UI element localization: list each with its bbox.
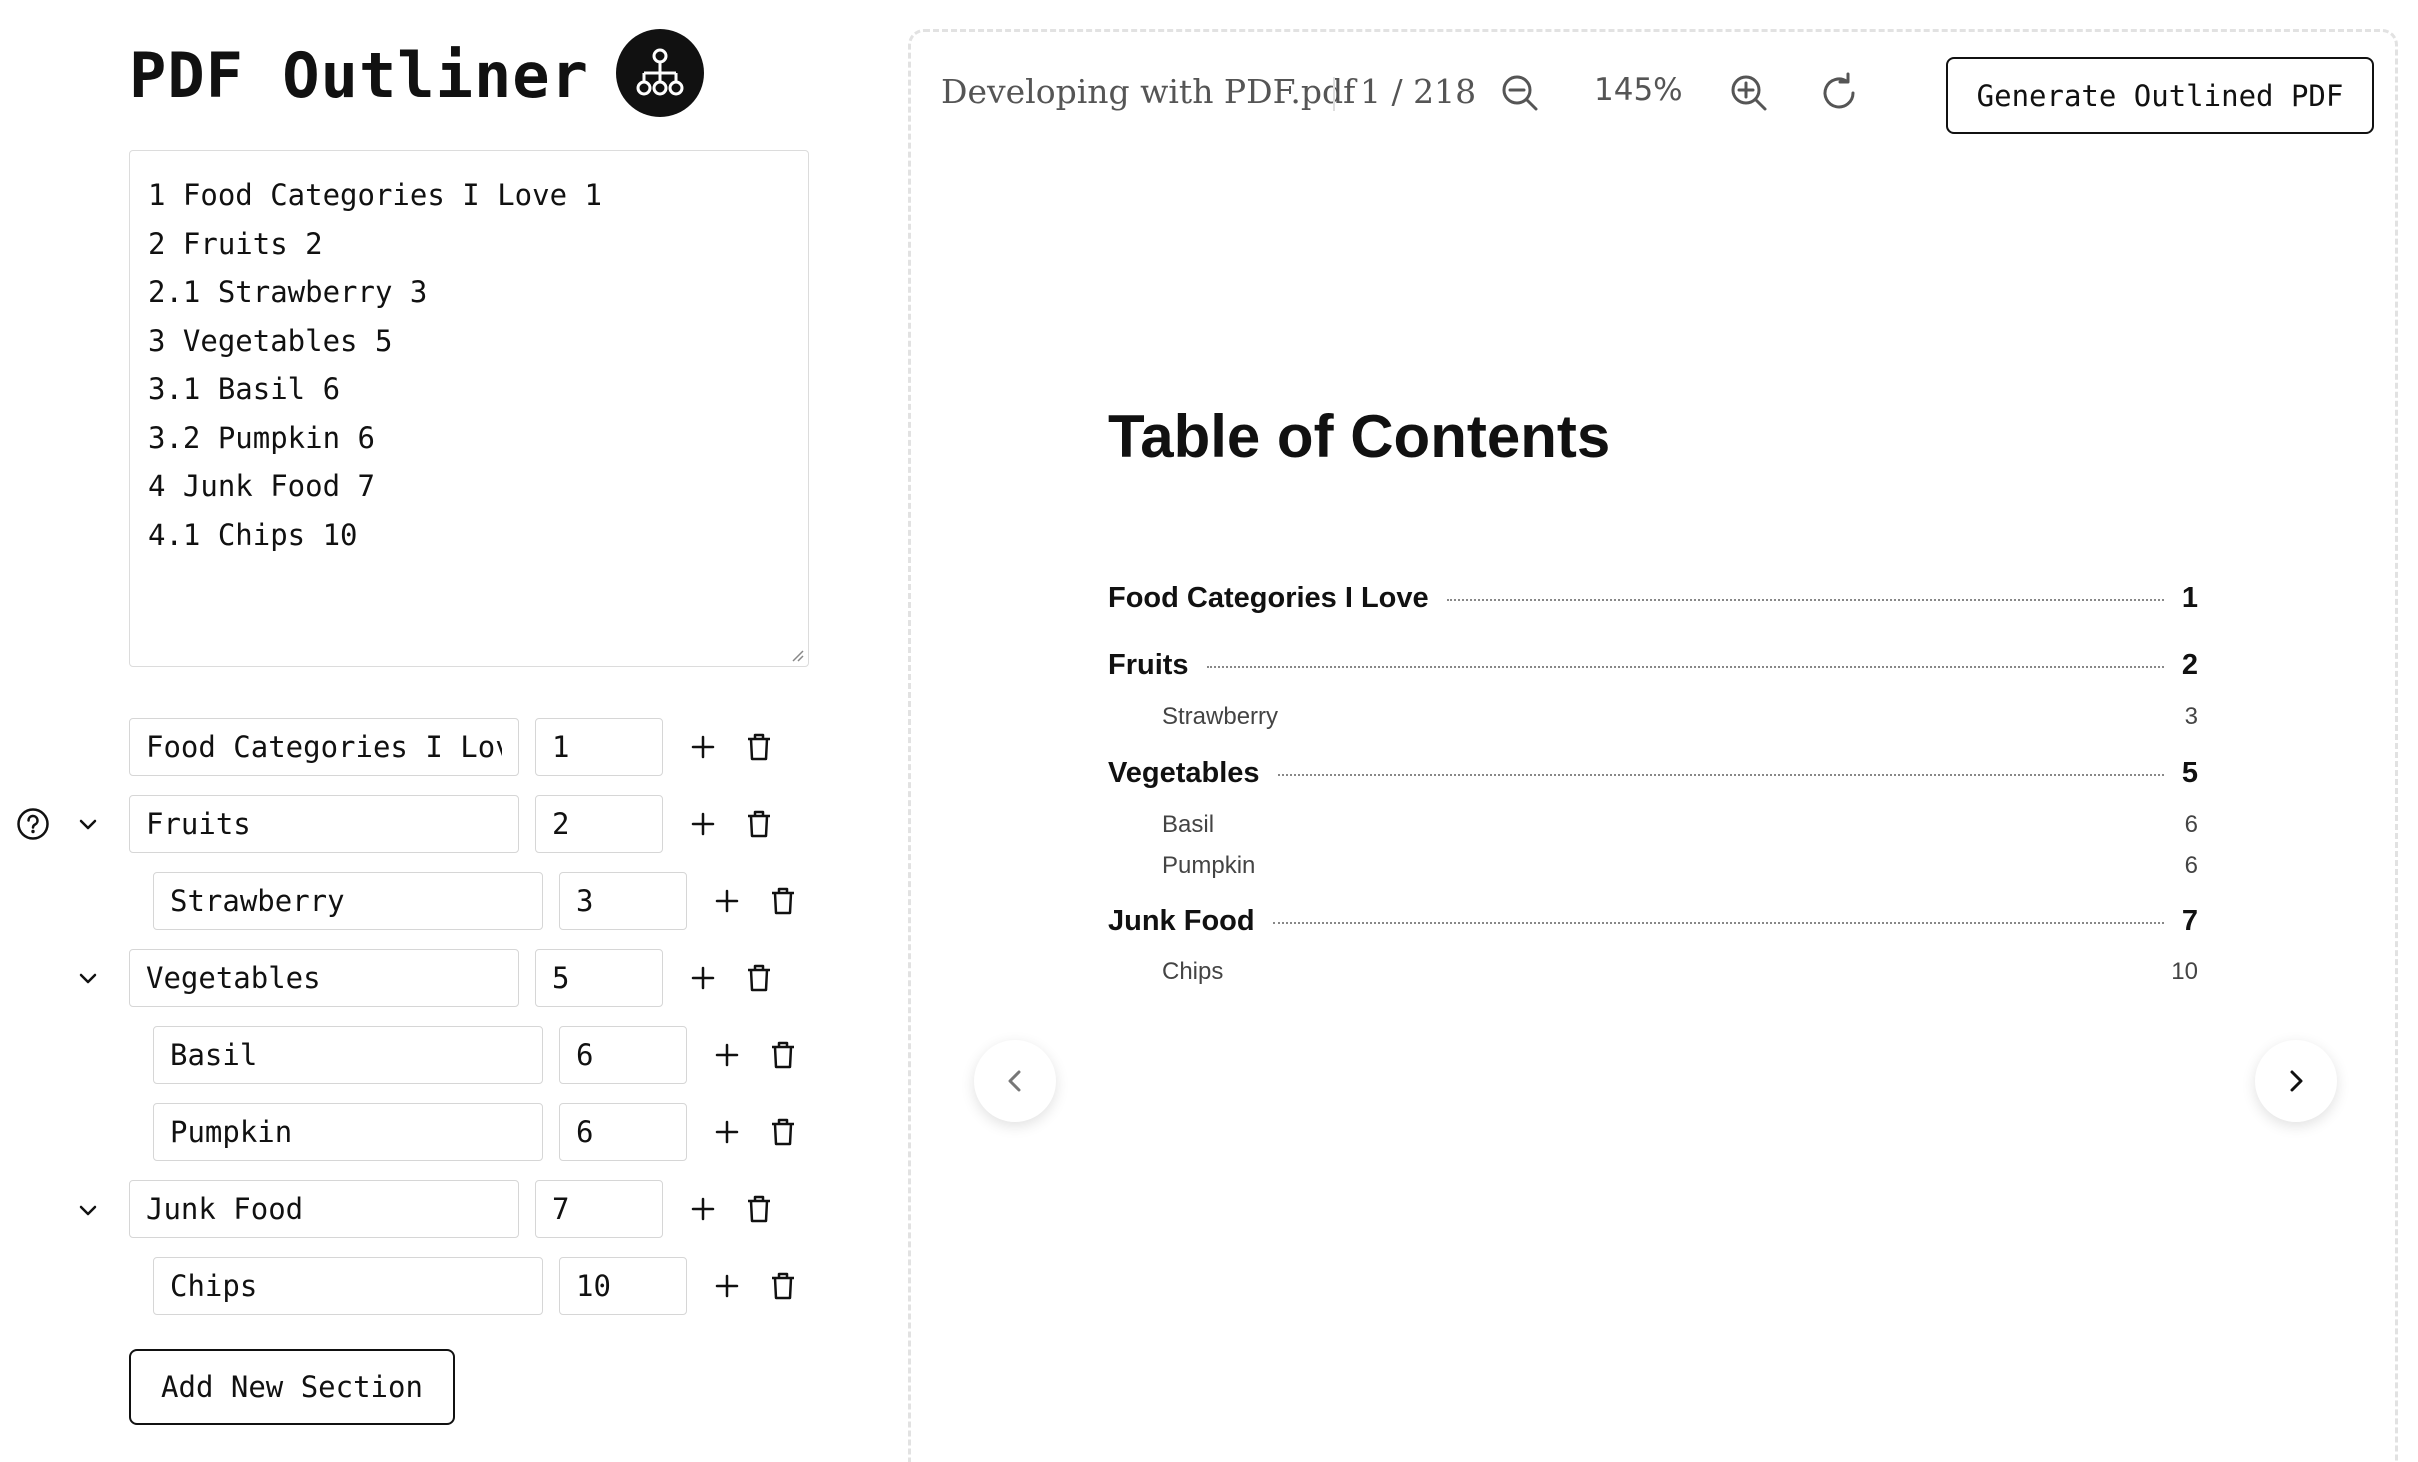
add-subsection-plus-icon[interactable] xyxy=(685,729,721,765)
section-page-input[interactable] xyxy=(535,718,663,776)
pdf-viewer: Developing with PDF.pdf 1 / 218 145% Gen… xyxy=(908,29,2398,1462)
hierarchy-icon xyxy=(616,29,704,117)
resize-grip-icon[interactable] xyxy=(789,647,805,663)
chevron-left-icon xyxy=(1008,1070,1021,1092)
delete-trash-icon[interactable] xyxy=(741,960,777,996)
toc-entry: Fruits 2 xyxy=(1108,649,2198,682)
section-row xyxy=(153,1103,801,1161)
section-row xyxy=(129,718,777,776)
add-subsection-plus-icon[interactable] xyxy=(685,1191,721,1227)
toc-entry-title: Strawberry xyxy=(1162,703,1279,730)
help-icon[interactable] xyxy=(16,807,50,841)
toc-entry-page: 2 xyxy=(2181,649,2198,681)
delete-trash-icon[interactable] xyxy=(765,883,801,919)
toc-title: Table of Contents xyxy=(1108,403,1611,470)
toc-entry-title: Vegetables xyxy=(1108,757,1260,789)
toc-entry-title: Junk Food xyxy=(1108,905,1255,937)
toc-entry-page: 6 xyxy=(2184,811,2198,838)
zoom-in-icon[interactable] xyxy=(1727,71,1771,115)
toc-entry-title: Fruits xyxy=(1108,649,1189,681)
add-new-section-button[interactable]: Add New Section xyxy=(129,1349,455,1425)
delete-trash-icon[interactable] xyxy=(741,1191,777,1227)
section-page-input[interactable] xyxy=(559,1257,687,1315)
toc-entry-page: 3 xyxy=(2184,703,2198,730)
section-row xyxy=(153,1026,801,1084)
toc-entry: Vegetables 5 xyxy=(1108,757,2198,790)
add-subsection-plus-icon[interactable] xyxy=(709,1037,745,1073)
collapse-junk-food-chevron-down-icon[interactable] xyxy=(72,1194,104,1226)
toc-entry-title: Pumpkin xyxy=(1162,852,1256,879)
section-page-input[interactable] xyxy=(535,795,663,853)
section-row xyxy=(153,1257,801,1315)
toc-entry-title: Food Categories I Love xyxy=(1108,582,1429,614)
toc-leader xyxy=(1272,922,2164,924)
add-subsection-plus-icon[interactable] xyxy=(685,806,721,842)
toc-entry: Junk Food 7 xyxy=(1108,905,2198,938)
section-page-input[interactable] xyxy=(559,1103,687,1161)
section-page-input[interactable] xyxy=(535,1180,663,1238)
app-title: PDF Outliner xyxy=(129,38,589,112)
toc-entry: Pumpkin 6 xyxy=(1108,852,2198,880)
file-name: Developing with PDF.pdf xyxy=(941,72,1356,111)
section-page-input[interactable] xyxy=(559,1026,687,1084)
section-row xyxy=(129,949,777,1007)
section-title-input[interactable] xyxy=(153,872,543,930)
outline-textarea[interactable]: 1 Food Categories I Love 1 2 Fruits 2 2.… xyxy=(129,150,809,667)
section-title-input[interactable] xyxy=(153,1257,543,1315)
toc-entry-page: 7 xyxy=(2181,905,2198,937)
add-subsection-plus-icon[interactable] xyxy=(709,883,745,919)
section-title-input[interactable] xyxy=(129,1180,519,1238)
page-indicator: 1 / 218 xyxy=(1360,72,1477,111)
previous-page-button[interactable] xyxy=(974,1040,1056,1122)
next-page-button[interactable] xyxy=(2255,1040,2337,1122)
toc-entry-page: 5 xyxy=(2181,757,2198,789)
zoom-out-icon[interactable] xyxy=(1498,71,1542,115)
generate-outlined-pdf-button[interactable]: Generate Outlined PDF xyxy=(1946,57,2374,134)
reset-rotate-icon[interactable] xyxy=(1817,71,1861,115)
chevron-right-icon xyxy=(2290,1070,2303,1092)
section-title-input[interactable] xyxy=(153,1103,543,1161)
section-title-input[interactable] xyxy=(129,949,519,1007)
add-subsection-plus-icon[interactable] xyxy=(685,960,721,996)
delete-trash-icon[interactable] xyxy=(741,806,777,842)
delete-trash-icon[interactable] xyxy=(765,1037,801,1073)
section-row xyxy=(129,1180,777,1238)
toolbar-divider xyxy=(1333,77,1335,111)
toc-entry: Basil 6 xyxy=(1108,811,2198,839)
pdf-page: Table of Contents Food Categories I Love… xyxy=(911,152,2395,1462)
section-title-input[interactable] xyxy=(153,1026,543,1084)
toc-entry-page: 6 xyxy=(2184,852,2198,879)
toc-leader xyxy=(1277,774,2164,776)
collapse-fruits-chevron-down-icon[interactable] xyxy=(72,808,104,840)
toc-entry-page: 1 xyxy=(2181,582,2198,614)
toc-entry-title: Basil xyxy=(1162,811,1215,838)
section-page-input[interactable] xyxy=(559,872,687,930)
section-row xyxy=(129,795,777,853)
toc-entry: Food Categories I Love 1 xyxy=(1108,582,2198,615)
section-title-input[interactable] xyxy=(129,795,519,853)
collapse-vegetables-chevron-down-icon[interactable] xyxy=(72,962,104,994)
section-title-input[interactable] xyxy=(129,718,519,776)
toc-entry-title: Chips xyxy=(1162,958,1224,985)
zoom-level: 145% xyxy=(1594,72,1683,108)
add-subsection-plus-icon[interactable] xyxy=(709,1114,745,1150)
toc-entry: Chips 10 xyxy=(1108,958,2198,986)
section-page-input[interactable] xyxy=(535,949,663,1007)
toc-entry-page: 10 xyxy=(2171,958,2198,985)
toc-leader xyxy=(1446,599,2164,601)
app-header: PDF Outliner xyxy=(129,31,589,119)
delete-trash-icon[interactable] xyxy=(765,1114,801,1150)
delete-trash-icon[interactable] xyxy=(765,1268,801,1304)
add-subsection-plus-icon[interactable] xyxy=(709,1268,745,1304)
section-row xyxy=(153,872,801,930)
toc-leader xyxy=(1206,666,2164,668)
delete-trash-icon[interactable] xyxy=(741,729,777,765)
toc-entry: Strawberry 3 xyxy=(1108,703,2198,731)
viewer-toolbar: Developing with PDF.pdf 1 / 218 145% Gen… xyxy=(911,32,2395,152)
